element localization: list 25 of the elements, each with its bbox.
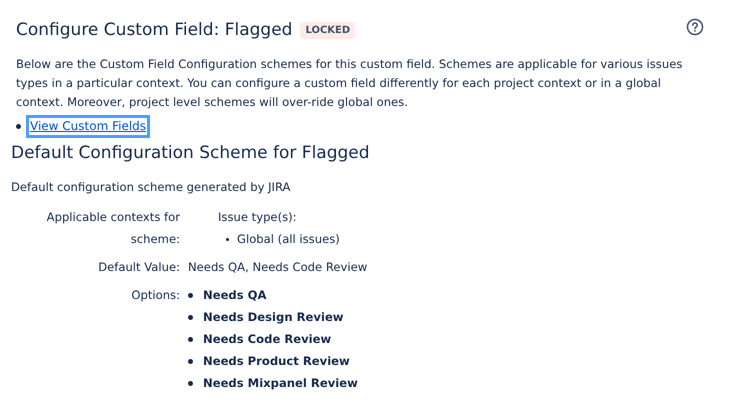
bullet-icon	[16, 124, 21, 129]
view-custom-fields-link[interactable]: View Custom Fields	[29, 118, 148, 135]
bullet-icon	[226, 238, 229, 240]
help-icon[interactable]	[686, 18, 704, 36]
section-title: Default Configuration Scheme for Flagged	[10, 142, 371, 165]
bullet-icon	[188, 314, 193, 320]
default-value-label: Default Value:	[97, 259, 180, 276]
page-title: Configure Custom Field: Flagged	[16, 19, 292, 42]
options-label: Options:	[130, 287, 180, 304]
option-text: Needs Product Review	[203, 353, 350, 370]
default-value-text: Needs QA, Needs Code Review	[188, 259, 368, 276]
issue-types-label: Issue type(s):	[218, 209, 298, 226]
option-text: Needs Mixpanel Review	[203, 375, 358, 392]
contexts-label: Applicable contexts for scheme:	[46, 209, 180, 248]
option-text: Needs QA	[203, 287, 266, 304]
bullet-icon	[188, 292, 193, 298]
option-text: Needs Design Review	[203, 309, 344, 326]
locked-badge: LOCKED	[300, 22, 356, 38]
option-text: Needs Code Review	[203, 331, 332, 348]
description-text: Below are the Custom Field Configuration schemes for this custom field. Schemes are applicable for various issues types in a particular context. You can configure a custom field differently for each project context or in a global context. Moreover, project level schemes will over-ride global ones.	[15, 56, 684, 111]
issue-type-text: Global (all issues)	[237, 231, 340, 248]
bullet-icon	[188, 358, 193, 364]
bullet-icon	[188, 336, 193, 342]
bullet-icon	[188, 380, 193, 386]
scheme-description: Default configuration scheme generated by JIRA	[10, 179, 292, 196]
